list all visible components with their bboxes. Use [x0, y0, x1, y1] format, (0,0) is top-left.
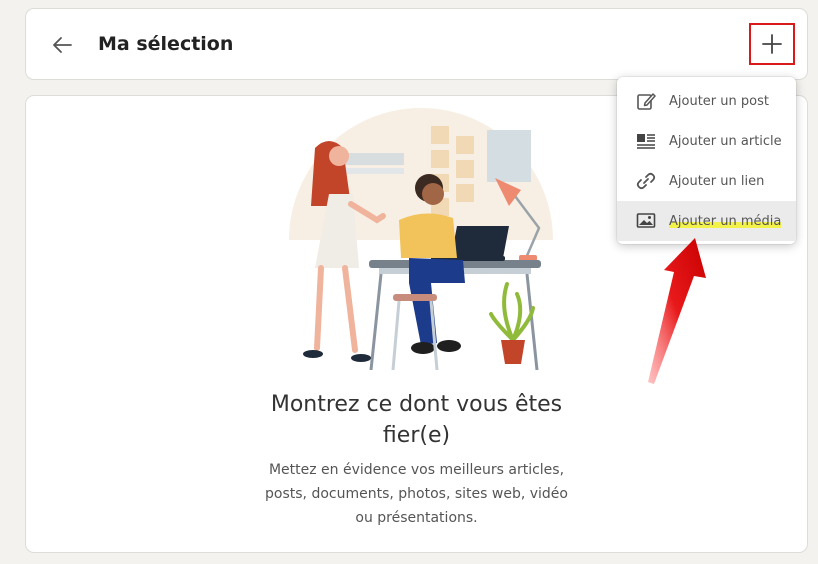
image-icon: [635, 210, 657, 232]
menu-item-add-link[interactable]: Ajouter un lien: [617, 161, 796, 201]
header-card: Ma sélection: [25, 8, 808, 80]
arrow-left-icon: [53, 37, 72, 53]
empty-state-title-line: Montrez ce dont vous êtes: [270, 392, 563, 417]
menu-item-label: Ajouter un post: [669, 93, 769, 109]
empty-state-title-line: fier(e): [382, 423, 451, 448]
menu-item-add-article[interactable]: Ajouter un article: [617, 121, 796, 161]
add-button[interactable]: [749, 23, 795, 65]
empty-state-description-line: Mettez en évidence vos meilleurs article…: [268, 462, 565, 478]
menu-item-label: Ajouter un lien: [669, 173, 765, 189]
plus-icon: [762, 34, 782, 54]
menu-item-add-post[interactable]: Ajouter un post: [617, 81, 796, 121]
empty-state-title: Montrez ce dont vous êtes fier(e): [26, 389, 807, 451]
empty-state-description-line: posts, documents, photos, sites web, vid…: [265, 486, 568, 502]
empty-state-illustration: [289, 108, 553, 370]
back-button[interactable]: [48, 31, 76, 59]
annotation-arrow: [648, 238, 706, 384]
page: Ma sélection Montrez ce dont vous êtes f…: [0, 0, 818, 564]
link-icon: [635, 170, 657, 192]
menu-item-label: Ajouter un média: [669, 213, 782, 229]
menu-item-add-media[interactable]: Ajouter un média: [617, 201, 796, 241]
add-dropdown-menu: Ajouter un post Ajouter un article Ajout…: [617, 77, 796, 244]
menu-item-label: Ajouter un article: [669, 133, 782, 149]
article-icon: [635, 130, 657, 152]
empty-state-description: Mettez en évidence vos meilleurs article…: [26, 458, 807, 530]
empty-state-description-line: ou présentations.: [355, 510, 478, 526]
edit-icon: [635, 90, 657, 112]
page-title: Ma sélection: [98, 33, 234, 55]
